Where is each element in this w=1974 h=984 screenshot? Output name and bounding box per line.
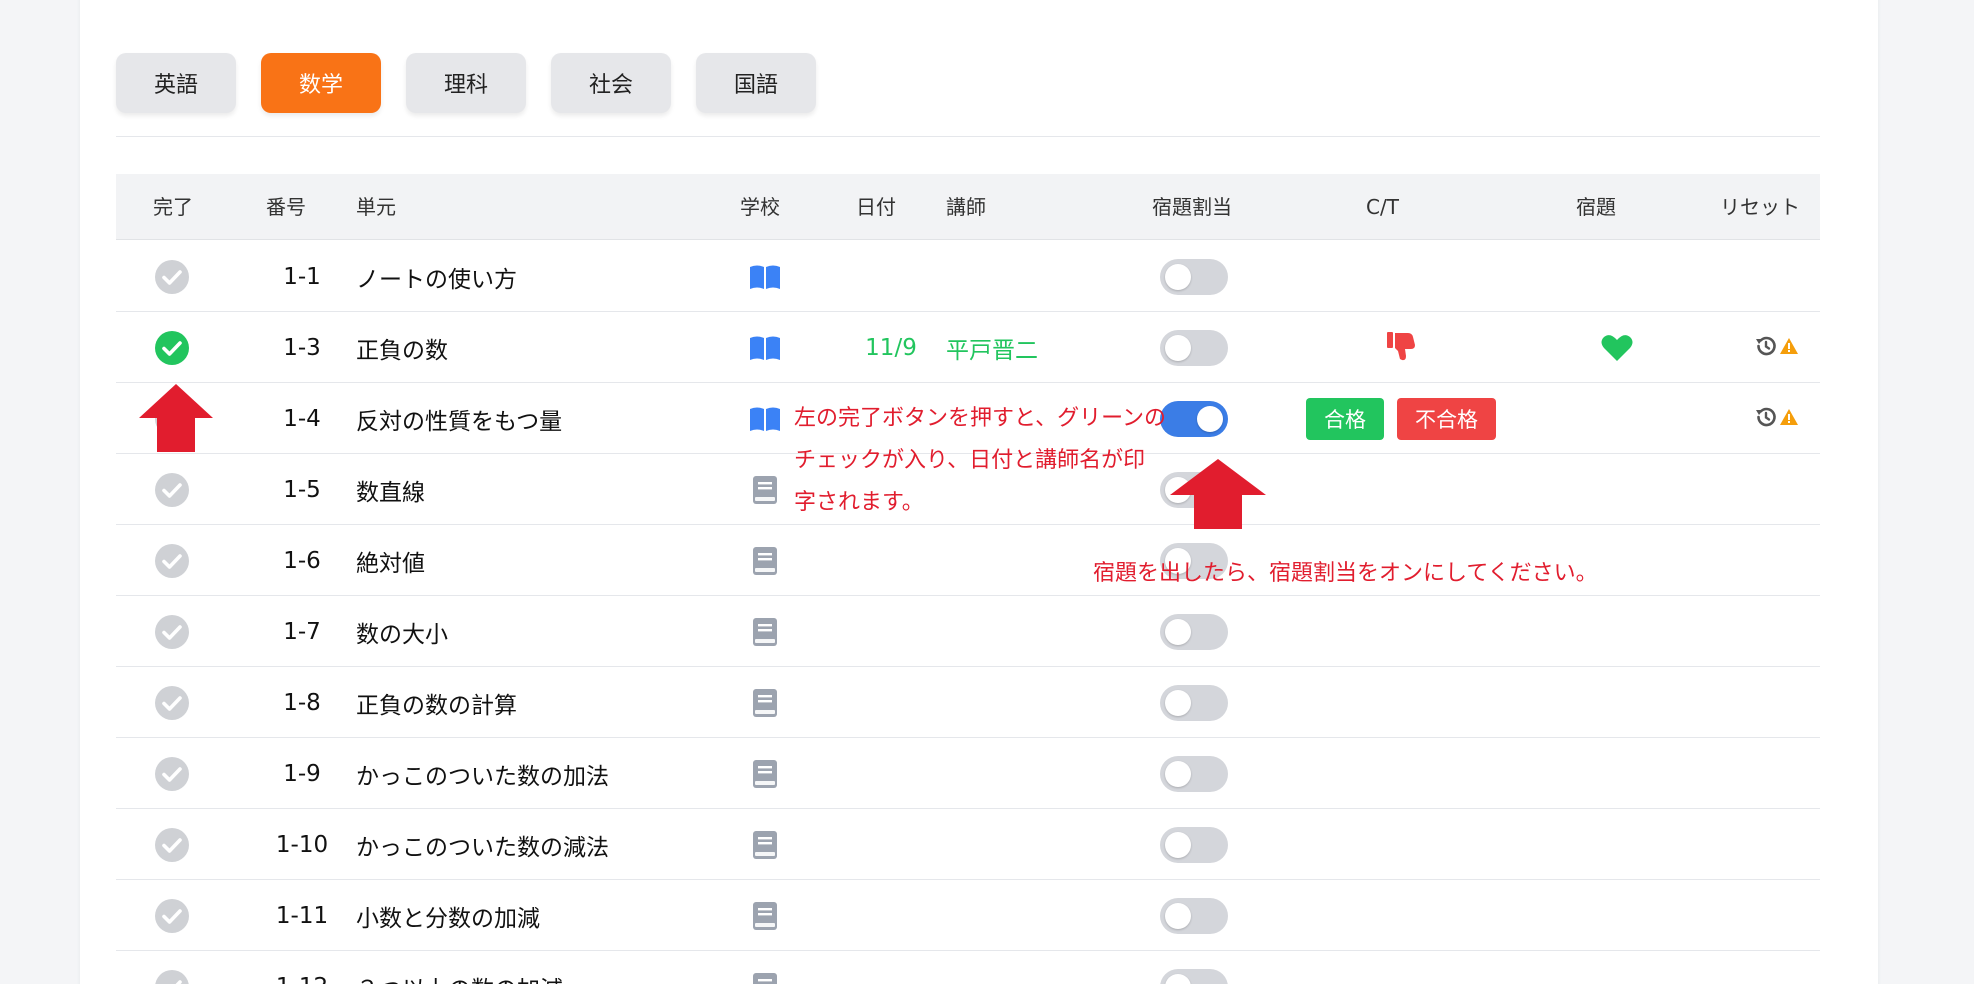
book-closed-icon[interactable] xyxy=(748,525,782,596)
table-row: 1-7 数の大小 xyxy=(116,596,1820,667)
book-closed-icon[interactable] xyxy=(748,880,782,951)
annotation-arrow-toggle xyxy=(1170,459,1266,529)
homework-assign-toggle[interactable] xyxy=(1160,738,1228,809)
unit-number: 1-7 xyxy=(283,618,321,645)
done-check-button[interactable] xyxy=(153,525,191,596)
annotation-note-homework: 宿題を出したら、宿題割当をオンにしてください。 xyxy=(1093,561,1598,586)
unit-name: 数直線 xyxy=(356,479,425,506)
table-row: 1-1 ノートの使い方 xyxy=(116,241,1820,312)
thumbs-down-icon[interactable] xyxy=(1386,330,1416,366)
homework-assign-toggle[interactable] xyxy=(1160,596,1228,667)
unit-number: 1-9 xyxy=(283,760,321,787)
unit-name: 絶対値 xyxy=(356,550,425,577)
heart-icon[interactable] xyxy=(1567,312,1667,383)
annotation-note-line: 左の完了ボタンを押すと、グリーンの xyxy=(794,406,1167,431)
header-number: 番号 xyxy=(266,195,306,219)
reset-button[interactable] xyxy=(1736,383,1816,454)
pass-button[interactable]: 合格 xyxy=(1306,397,1384,440)
annotation-note-line: チェックが入り、日付と講師名が印 xyxy=(794,448,1146,473)
header-unit: 単元 xyxy=(356,195,396,219)
completion-date: 11/9 xyxy=(865,334,917,361)
book-open-icon[interactable] xyxy=(748,312,782,383)
tab-subject[interactable]: 国語 xyxy=(696,53,816,113)
annotation-arrow-done xyxy=(139,384,213,452)
done-check-button[interactable] xyxy=(153,951,191,984)
header-homework: 宿題 xyxy=(1576,195,1616,219)
tab-subject[interactable]: 数学 xyxy=(261,53,381,113)
unit-name: 正負の数 xyxy=(356,337,448,364)
checktest-cell: 合格 不合格 xyxy=(1286,383,1516,454)
unit-number: 1-5 xyxy=(283,476,321,503)
homework-assign-toggle[interactable] xyxy=(1160,312,1228,383)
unit-number: 1-1 xyxy=(283,263,321,290)
table-row: 1-3 正負の数 11/9 平戸晋二 xyxy=(116,312,1820,383)
unit-name: ３つ以上の数の加減 xyxy=(356,951,563,984)
done-check-button[interactable] xyxy=(153,738,191,809)
book-closed-icon[interactable] xyxy=(748,809,782,880)
unit-number: 1-8 xyxy=(283,689,321,716)
table-row: 1-9 かっこのついた数の加法 xyxy=(116,738,1820,809)
unit-name: かっこのついた数の減法 xyxy=(356,834,609,861)
done-check-button[interactable] xyxy=(153,667,191,738)
checktest-cell xyxy=(1286,312,1516,383)
tab-subject[interactable]: 理科 xyxy=(406,53,526,113)
tab-subject[interactable]: 社会 xyxy=(551,53,671,113)
fail-button[interactable]: 不合格 xyxy=(1397,397,1496,440)
homework-assign-toggle[interactable] xyxy=(1160,809,1228,880)
unit-number: 1-4 xyxy=(283,405,321,432)
table-row: 1-10 かっこのついた数の減法 xyxy=(116,809,1820,880)
table-row: 1-12３つ以上の数の加減 xyxy=(116,951,1820,984)
done-check-button[interactable] xyxy=(153,596,191,667)
homework-assign-toggle[interactable] xyxy=(1160,241,1228,312)
homework-assign-toggle[interactable] xyxy=(1160,383,1228,454)
book-closed-icon[interactable] xyxy=(748,596,782,667)
tab-subject[interactable]: 英語 xyxy=(116,53,236,113)
book-closed-icon[interactable] xyxy=(748,738,782,809)
unit-number: 1-6 xyxy=(283,547,321,574)
history-icon xyxy=(1754,334,1778,362)
table-header: 完了 番号 単元 学校 日付 講師 宿題割当 C/T 宿題 リセット xyxy=(116,174,1820,240)
book-open-icon[interactable] xyxy=(748,383,782,454)
header-teacher: 講師 xyxy=(946,195,986,219)
annotation-note-line: 字されます。 xyxy=(794,490,924,515)
unit-number: 1-10 xyxy=(275,831,329,858)
header-school: 学校 xyxy=(740,195,780,219)
done-check-button[interactable] xyxy=(153,809,191,880)
done-check-button[interactable] xyxy=(153,880,191,951)
unit-name: 小数と分数の加減 xyxy=(356,905,540,932)
header-date: 日付 xyxy=(856,195,896,219)
homework-assign-toggle[interactable] xyxy=(1160,667,1228,738)
unit-number: 1-11 xyxy=(275,902,329,929)
header-done: 完了 xyxy=(153,195,193,219)
reset-button[interactable] xyxy=(1736,312,1816,383)
unit-number: 1-3 xyxy=(283,334,321,361)
book-closed-icon[interactable] xyxy=(748,667,782,738)
homework-assign-toggle[interactable] xyxy=(1160,880,1228,951)
book-closed-icon[interactable] xyxy=(748,454,782,525)
subject-tabs: 英語 数学 理科 社会 国語 xyxy=(116,53,816,113)
homework-assign-toggle[interactable] xyxy=(1160,951,1228,984)
table-row: 1-11 小数と分数の加減 xyxy=(116,880,1820,951)
header-homework-assign: 宿題割当 xyxy=(1152,195,1232,219)
done-check-icon[interactable] xyxy=(153,312,191,383)
history-icon xyxy=(1754,405,1778,433)
tab-divider xyxy=(116,136,1820,137)
unit-number: 1-12 xyxy=(256,951,348,984)
table-row: 1-8 正負の数の計算 xyxy=(116,667,1820,738)
unit-name: 反対の性質をもつ量 xyxy=(356,408,563,435)
unit-name: かっこのついた数の加法 xyxy=(356,763,609,790)
warning-icon xyxy=(1780,337,1798,358)
header-ct: C/T xyxy=(1366,195,1399,219)
done-check-button[interactable] xyxy=(153,241,191,312)
teacher-name: 平戸晋二 xyxy=(946,337,1038,364)
unit-name: 正負の数の計算 xyxy=(356,692,517,719)
annotation-note-done: 左の完了ボタンを押すと、グリーンの チェックが入り、日付と講師名が印 字されます… xyxy=(794,398,1166,524)
unit-name: 数の大小 xyxy=(356,621,448,648)
book-open-icon[interactable] xyxy=(748,241,782,312)
unit-name: ノートの使い方 xyxy=(356,266,517,293)
book-closed-icon[interactable] xyxy=(748,951,782,984)
warning-icon xyxy=(1780,408,1798,429)
done-check-button[interactable] xyxy=(153,454,191,525)
header-reset: リセット xyxy=(1720,195,1800,219)
